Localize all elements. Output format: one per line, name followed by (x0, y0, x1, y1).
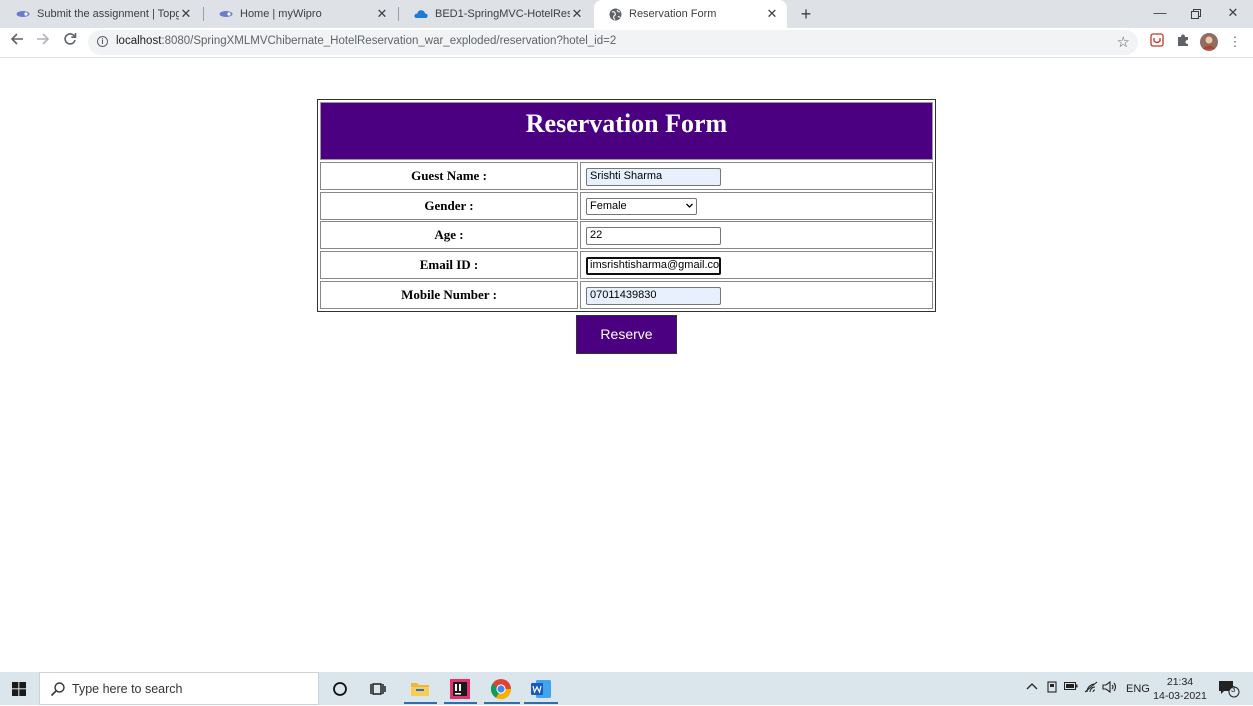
tab-title: Home | myWipro (240, 8, 322, 20)
reserve-button[interactable]: Reserve (576, 315, 677, 354)
guest-name-cell: Srishti Sharma (580, 162, 933, 190)
topgear-icon (16, 7, 30, 21)
search-icon (50, 682, 65, 697)
windows-logo-icon (12, 682, 26, 696)
windows-taskbar: Type here to search ENG 21:34 14-03-2021 (0, 672, 1253, 705)
word-icon[interactable] (529, 677, 553, 701)
tab-onedrive[interactable]: BED1-SpringMVC-HotelReservati ✕ (400, 0, 592, 28)
active-app-indicator (404, 702, 437, 704)
guest-name-label: Guest Name : (320, 162, 578, 190)
volume-icon[interactable] (1102, 680, 1118, 696)
forward-button[interactable] (33, 32, 53, 52)
reservation-form-table: Reservation Form Guest Name : Srishti Sh… (317, 99, 936, 312)
minimize-button[interactable]: — (1142, 0, 1178, 28)
reload-icon (64, 33, 77, 45)
task-view-icon[interactable] (367, 677, 391, 701)
tab-mywipro[interactable]: Home | myWipro ✕ (205, 0, 397, 28)
reload-button[interactable] (60, 32, 80, 52)
guest-name-input[interactable]: Srishti Sharma (586, 168, 721, 186)
close-tab-icon[interactable]: ✕ (570, 6, 584, 22)
address-bar[interactable]: i localhost:8080/SpringXMLMVChibernate_H… (88, 30, 1138, 55)
age-input[interactable]: 22 (586, 227, 721, 245)
tab-topgear[interactable]: Submit the assignment | Topgear ✕ (2, 0, 201, 28)
system-clock[interactable]: 21:34 14-03-2021 (1152, 675, 1208, 703)
input-language[interactable]: ENG (1126, 683, 1150, 695)
notification-count: 3 (1231, 685, 1236, 694)
chevron-down-icon (686, 203, 693, 208)
age-label: Age : (320, 221, 578, 249)
tab-strip: Submit the assignment | Topgear ✕ Home |… (0, 0, 1253, 28)
bookmark-star-icon[interactable]: ☆ (1117, 33, 1130, 51)
url-path: :8080/SpringXMLMVChibernate_HotelReserva… (161, 35, 617, 47)
search-placeholder: Type here to search (72, 682, 183, 696)
forward-arrow-icon (37, 33, 50, 45)
form-row-email: Email ID : imsrishtisharma@gmail.co (320, 251, 933, 279)
form-row-mobile: Mobile Number : 07011439830 (320, 281, 933, 309)
email-label: Email ID : (320, 251, 578, 279)
gender-select[interactable]: Female (586, 198, 697, 215)
battery-icon[interactable] (1064, 681, 1078, 694)
globe-icon (608, 7, 622, 21)
new-tab-button[interactable]: + (797, 4, 815, 24)
tab-title: Submit the assignment | Topgear (37, 8, 179, 20)
tab-separator (398, 7, 399, 21)
email-cell: imsrishtisharma@gmail.co (580, 251, 933, 279)
clock-date: 14-03-2021 (1153, 690, 1207, 702)
form-row-guest-name: Guest Name : Srishti Sharma (320, 162, 933, 190)
start-button[interactable] (0, 672, 39, 705)
mobile-input[interactable]: 07011439830 (586, 287, 721, 305)
cortana-icon[interactable] (328, 677, 352, 701)
form-title: Reservation Form (320, 102, 933, 160)
meet-now-icon[interactable] (1046, 681, 1058, 696)
mobile-cell: 07011439830 (580, 281, 933, 309)
taskbar-search-box[interactable]: Type here to search (39, 672, 319, 705)
tab-title: BED1-SpringMVC-HotelReservati (435, 8, 570, 20)
active-app-indicator (524, 702, 558, 704)
extensions-puzzle-icon[interactable] (1174, 33, 1192, 51)
active-app-indicator (484, 702, 520, 704)
back-arrow-icon (10, 33, 23, 45)
tab-separator (203, 7, 204, 21)
extension-shield-icon[interactable] (1148, 33, 1166, 51)
form-row-age: Age : 22 (320, 221, 933, 249)
gender-selected-value: Female (590, 200, 627, 212)
tab-title: Reservation Form (629, 8, 717, 20)
form-row-gender: Gender : Female (320, 192, 933, 220)
intellij-icon[interactable] (448, 677, 472, 701)
clock-time: 21:34 (1166, 676, 1194, 688)
browser-menu-icon[interactable]: ⋮ (1226, 33, 1244, 51)
email-input[interactable]: imsrishtisharma@gmail.co (586, 257, 721, 275)
maximize-button[interactable] (1178, 0, 1214, 28)
close-tab-icon[interactable]: ✕ (765, 6, 779, 22)
url-host: localhost (116, 35, 162, 47)
show-hidden-icons-icon[interactable] (1026, 681, 1038, 693)
gender-cell: Female (580, 192, 933, 220)
close-tab-icon[interactable]: ✕ (375, 6, 389, 22)
profile-avatar-icon[interactable] (1200, 33, 1218, 51)
url-text: localhost:8080/SpringXMLMVChibernate_Hot… (116, 35, 616, 47)
file-explorer-icon[interactable] (408, 677, 432, 701)
wipro-icon (219, 7, 233, 21)
onedrive-icon (414, 7, 428, 21)
age-cell: 22 (580, 221, 933, 249)
back-button[interactable] (7, 32, 27, 52)
site-info-icon[interactable]: i (97, 36, 108, 47)
active-app-indicator (444, 702, 477, 704)
mobile-label: Mobile Number : (320, 281, 578, 309)
tab-reservation-form[interactable]: Reservation Form ✕ (594, 0, 787, 28)
chrome-icon[interactable] (489, 677, 513, 701)
wifi-icon[interactable] (1084, 681, 1098, 696)
browser-toolbar: i localhost:8080/SpringXMLMVChibernate_H… (0, 28, 1253, 58)
close-window-button[interactable]: ✕ (1215, 0, 1251, 28)
close-tab-icon[interactable]: ✕ (179, 6, 193, 22)
gender-label: Gender : (320, 192, 578, 220)
notification-center-icon[interactable]: 3 (1218, 680, 1240, 701)
